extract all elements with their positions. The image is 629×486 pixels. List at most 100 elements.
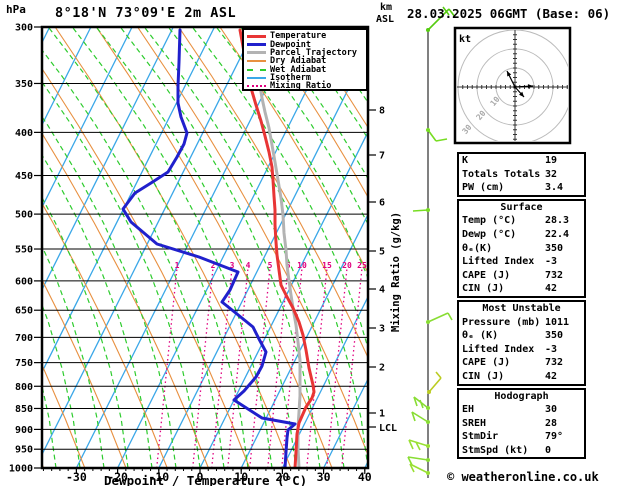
stats-panel: K 19 Totals Totals 32 PW (cm) 3.4 Surface Temp … <box>457 152 586 461</box>
wind-barb-feather <box>427 129 437 142</box>
stat-value: 79° <box>545 431 564 443</box>
stat-label: Dewp (°C) <box>462 228 517 240</box>
wind-barb-feather <box>428 377 442 393</box>
wind-barb <box>427 371 442 394</box>
km-tick-label: 2 <box>379 363 385 374</box>
pressure-tick-label: 550 <box>15 245 33 256</box>
legend-item: Mixing Ratio <box>247 82 364 90</box>
temp-tick-label: -30 <box>66 470 87 484</box>
isotherm-line <box>42 27 92 127</box>
legend-item-label: Dry Adiabat <box>270 56 327 67</box>
stat-value: 42 <box>545 370 558 382</box>
station-title: 8°18'N 73°09'E 2m ASL <box>55 5 237 21</box>
legend-item-label: Temperature <box>270 31 327 42</box>
isotherm-line <box>0 27 9 468</box>
wind-barb <box>409 463 430 475</box>
stat-value: 32 <box>545 168 558 180</box>
wind-barb-feather <box>447 312 453 321</box>
stat-label: SREH <box>462 417 487 429</box>
copyright-footer: © weatheronline.co.uk <box>447 470 599 484</box>
stats-row: CAPE (J) 732 <box>462 356 581 370</box>
pressure-tick-label: 300 <box>15 23 33 34</box>
stat-value: 42 <box>545 283 558 295</box>
stat-label: Lifted Index <box>462 256 535 268</box>
stat-label: θₑ (K) <box>462 330 499 342</box>
stat-value: 28.3 <box>545 215 570 227</box>
datetime-title: 28.03.2025 06GMT (Base: 06) <box>407 6 611 21</box>
wind-barb <box>426 128 448 142</box>
mixing-ratio-line <box>326 267 348 468</box>
pressure-tick-label: 700 <box>15 333 33 344</box>
stats-row: CAPE (J) 732 <box>462 269 581 283</box>
stat-label: K <box>462 155 469 166</box>
wet-adiabat-line <box>263 27 368 181</box>
stat-value: -3 <box>545 343 558 355</box>
stat-label: StmSpd (kt) <box>462 444 529 456</box>
chart-legend: Temperature Dewpoint Parcel Trajectory Dry … <box>242 28 368 91</box>
altitude-axis-unit-km: km <box>380 2 393 13</box>
stat-label: EH <box>462 404 475 416</box>
stats-row: Lifted Index -3 <box>462 255 581 269</box>
stat-label: Lifted Index <box>462 343 535 355</box>
dry-adiabat-line <box>0 27 2 468</box>
stat-value: 30 <box>545 404 558 416</box>
km-tick-label: 5 <box>379 247 385 258</box>
stats-row: EH 30 <box>462 403 581 417</box>
wet-adiabat-line <box>0 27 8 468</box>
stats-row: PW (cm) 3.4 <box>462 181 581 195</box>
stat-value: 3.4 <box>545 182 564 194</box>
stats-table: Surface Temp (°C) 28.3 Dewp (°C) 22.4 θₑ(K) 35… <box>457 198 586 298</box>
stat-label: CIN (J) <box>462 283 505 295</box>
legend-item-label: Mixing Ratio <box>270 81 332 92</box>
stats-table: Most Unstable Pressure (mb) 1011 θₑ (K) 350 L… <box>457 299 586 386</box>
stats-row: StmDir 79° <box>462 430 581 444</box>
pressure-tick-label: 750 <box>15 358 33 369</box>
lcl-label: LCL <box>379 423 397 434</box>
stats-row: CIN (J) 42 <box>462 370 581 384</box>
mixing-ratio-value-label: 15 <box>322 261 332 270</box>
wind-barb <box>412 208 430 212</box>
stat-label: StmDir <box>462 431 499 443</box>
stat-label: Pressure (mb) <box>462 316 541 328</box>
wet-adiabat-line <box>239 27 368 226</box>
hodograph-unit-label: kt <box>459 34 471 45</box>
stats-row: Temp (°C) 28.3 <box>462 214 581 228</box>
solid-line-swatch-icon <box>247 60 266 63</box>
stats-row: CIN (J) 42 <box>462 282 581 296</box>
mixing-ratio-line <box>341 267 363 468</box>
hodograph: 102030kt <box>453 26 572 145</box>
pressure-tick-label: 400 <box>15 128 33 139</box>
dashed-line-swatch-icon <box>247 68 266 71</box>
altitude-axis-unit-asl: ASL <box>376 14 395 25</box>
solid-line-swatch-icon <box>247 43 266 47</box>
mixing-ratio-value-label: 10 <box>297 261 307 270</box>
stat-label: θₑ(K) <box>462 242 493 254</box>
stat-label: Totals Totals <box>462 168 541 180</box>
hodograph-origin-dot <box>513 85 517 89</box>
stats-table-title: Most Unstable <box>482 302 561 314</box>
stats-row: θₑ (K) 350 <box>462 329 581 343</box>
km-tick-label: 3 <box>379 324 385 335</box>
wind-barb-feather <box>435 371 442 379</box>
mixing-ratio-value-label: 5 <box>268 261 273 270</box>
stats-table-title: Hodograph <box>494 390 549 402</box>
pressure-tick-label: 1000 <box>9 464 33 475</box>
wind-barb-feather <box>407 456 429 461</box>
mixing-ratio-value-label: 20 <box>342 261 352 270</box>
wind-barb-feather <box>427 312 449 323</box>
stats-row: K 19 <box>462 154 581 168</box>
pressure-tick-label: 600 <box>15 276 33 287</box>
stat-value: 0 <box>545 444 552 456</box>
temp-tick-label: 40 <box>358 470 372 484</box>
pressure-tick-label: 500 <box>15 210 33 221</box>
wind-barb-feather <box>412 209 429 212</box>
pressure-tick-label: 800 <box>15 382 33 393</box>
stats-row: Dewp (°C) 22.4 <box>462 228 581 242</box>
km-tick-label: 7 <box>379 151 385 162</box>
stat-value: 1011 <box>545 316 570 328</box>
stats-row: Totals Totals 32 <box>462 168 581 182</box>
km-tick-label: 4 <box>379 285 385 296</box>
x-axis-title: Dewpoint / Temperature (°C) <box>104 473 308 486</box>
wind-barb-feather <box>435 138 448 142</box>
isotherm-line <box>240 212 368 468</box>
